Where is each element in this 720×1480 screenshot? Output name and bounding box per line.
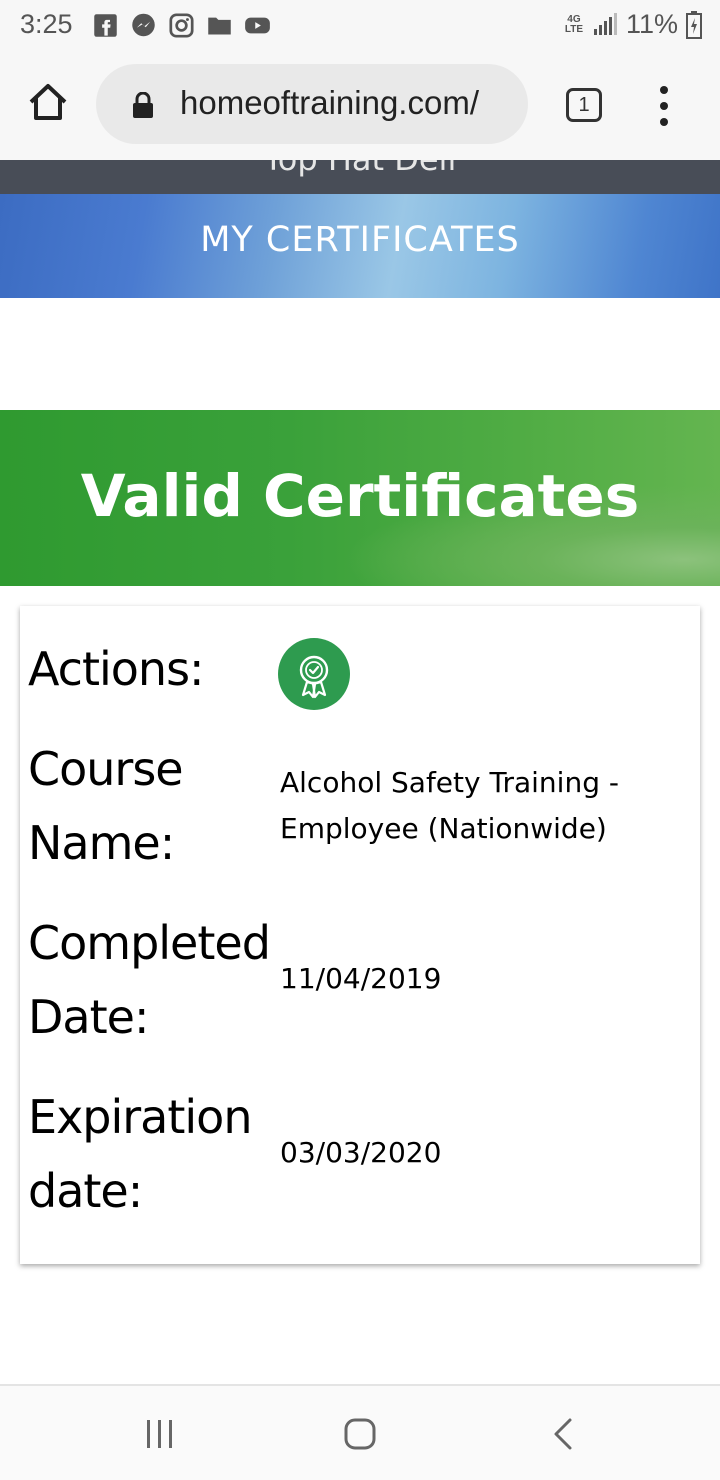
status-time: 3:25 <box>20 9 73 39</box>
home-icon[interactable] <box>26 80 70 124</box>
back-icon[interactable] <box>546 1416 582 1452</box>
status-right: 4G LTE 11% <box>564 9 702 40</box>
view-certificate-button[interactable] <box>278 638 350 710</box>
expiration-date-value: 03/03/2020 <box>280 1136 442 1169</box>
lock-icon <box>133 92 153 118</box>
certificate-badge-icon <box>299 655 329 699</box>
network-type-indicator: 4G LTE <box>564 13 584 35</box>
section-banner: Valid Certificates <box>0 410 720 586</box>
expiration-date-label: Expiration date: <box>28 1090 252 1218</box>
system-navigation-bar <box>0 1384 720 1480</box>
status-bar: 3:25 4G LTE 11% <box>0 0 720 52</box>
messenger-icon <box>132 13 155 37</box>
instagram-icon <box>169 13 194 38</box>
browser-toolbar: homeoftraining.com/ 1 <box>0 52 720 160</box>
youtube-icon <box>245 17 270 34</box>
site-header: Top Hat Deli <box>0 160 720 194</box>
home-nav-icon[interactable] <box>342 1416 378 1452</box>
address-bar[interactable]: homeoftraining.com/ <box>96 64 528 144</box>
section-title: Valid Certificates <box>80 462 640 530</box>
signal-icon <box>593 12 617 35</box>
notification-icons <box>92 12 271 39</box>
certificate-card: Actions: Course Name: Alcohol Safety Tra… <box>20 606 700 1264</box>
more-vert-icon[interactable] <box>654 84 674 128</box>
folder-icon <box>208 17 231 35</box>
page-banner: MY CERTIFICATES <box>0 194 720 298</box>
site-name: Top Hat Deli <box>0 160 720 178</box>
course-name-value: Alcohol Safety Training - Employee (Nati… <box>280 766 619 845</box>
course-name-label: Course Name: <box>28 742 184 870</box>
completed-date-label: Completed Date: <box>28 916 271 1044</box>
recents-icon[interactable] <box>142 1416 178 1452</box>
battery-icon <box>686 10 702 39</box>
actions-label: Actions: <box>28 642 205 696</box>
battery-percent: 11% <box>625 9 678 39</box>
page-title: MY CERTIFICATES <box>200 220 520 260</box>
tab-switcher-button[interactable]: 1 <box>566 88 602 122</box>
completed-date-value: 11/04/2019 <box>280 962 442 995</box>
url-text: homeoftraining.com/ <box>180 84 479 121</box>
facebook-icon <box>94 14 117 37</box>
